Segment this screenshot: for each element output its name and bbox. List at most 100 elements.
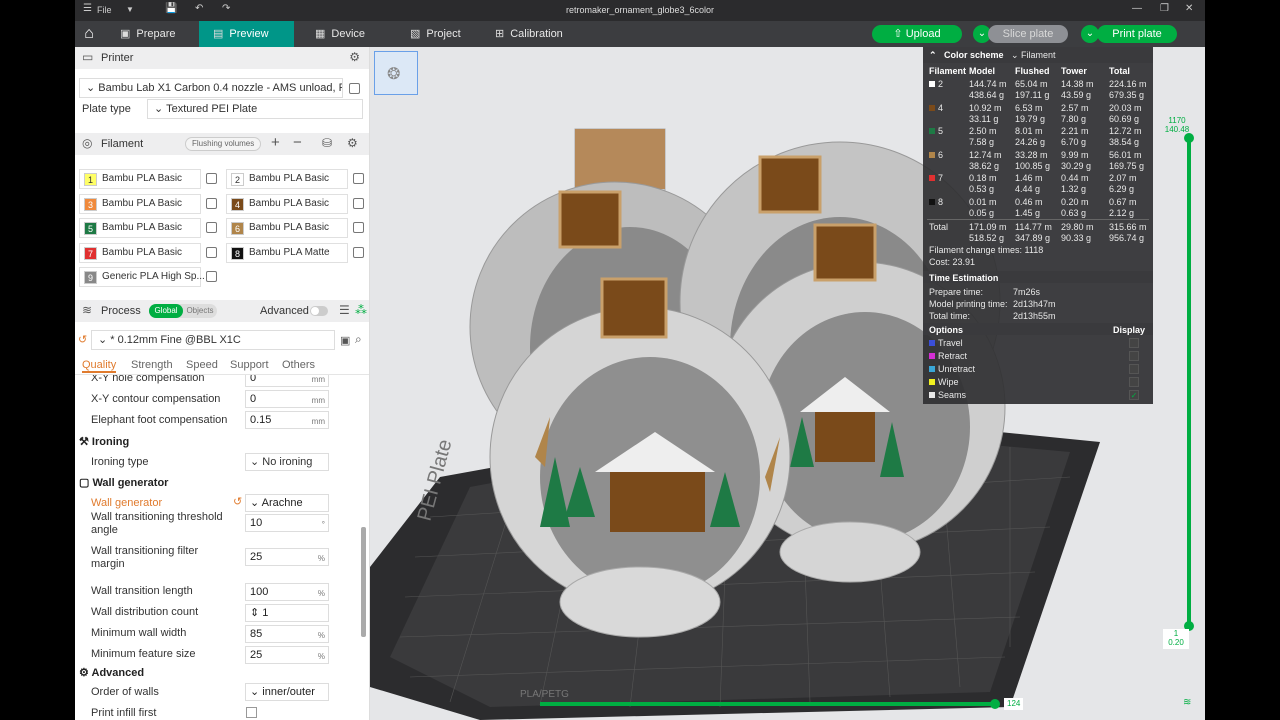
layer-slider-track[interactable] xyxy=(1187,137,1191,627)
wall-option-input[interactable]: 100% xyxy=(245,583,329,601)
edit-icon[interactable] xyxy=(353,173,364,184)
wall-option-input[interactable]: 25% xyxy=(245,548,329,566)
filament-slot[interactable]: 1 Bambu PLA Basic xyxy=(79,169,201,189)
xy-hole-comp-input[interactable]: 0 mm xyxy=(245,375,329,387)
tab-speed[interactable]: Speed xyxy=(186,359,218,371)
legend-weight: 0.53 g xyxy=(969,184,995,194)
sidebar-scrollbar[interactable] xyxy=(361,527,366,637)
slice-plate-button[interactable]: Slice plate xyxy=(988,25,1068,43)
filament-slot[interactable]: 9 Generic PLA High Sp... xyxy=(79,267,205,287)
filament-name: Generic PLA High Sp... xyxy=(102,271,205,282)
collapse-icon[interactable]: ⌃ xyxy=(929,50,937,61)
filament-slot[interactable]: 7 Bambu PLA Basic xyxy=(79,242,201,263)
wall-option-input[interactable]: 25% xyxy=(245,646,329,664)
filament-color-swatch[interactable]: 5 xyxy=(84,222,97,235)
move-slider-track[interactable] xyxy=(540,702,995,706)
gear-icon[interactable]: ⚙ xyxy=(349,50,360,64)
edit-icon[interactable] xyxy=(206,222,217,233)
add-icon[interactable]: + xyxy=(271,134,280,151)
tab-preview[interactable]: ▤ Preview xyxy=(199,21,294,47)
wall-generator-select[interactable]: ⌄ Arachne xyxy=(245,494,329,512)
display-option-checkbox[interactable]: ✓ xyxy=(1129,390,1139,400)
list-icon[interactable]: ☰ xyxy=(339,303,350,317)
tab-project[interactable]: ▧ Project xyxy=(410,21,480,47)
infill-first-checkbox[interactable] xyxy=(246,707,257,718)
filament-slot[interactable]: 4 Bambu PLA Basic xyxy=(226,193,348,214)
printer-select[interactable]: ⌄ Bambu Lab X1 Carbon 0.4 nozzle - AMS u… xyxy=(79,78,343,98)
filament-color-swatch[interactable]: 6 xyxy=(231,222,244,235)
remove-icon[interactable]: − xyxy=(293,134,302,151)
advanced-toggle[interactable] xyxy=(310,306,328,316)
plate-thumbnail[interactable]: ❂ xyxy=(374,51,418,95)
move-slider-handle[interactable] xyxy=(990,699,1000,709)
filament-slot[interactable]: 2 Bambu PLA Basic xyxy=(226,169,348,189)
edit-icon[interactable] xyxy=(206,173,217,184)
minimize-icon[interactable]: — xyxy=(1132,3,1142,14)
print-plate-button[interactable]: Print plate xyxy=(1097,25,1177,43)
edit-icon[interactable] xyxy=(353,197,364,209)
edit-icon[interactable] xyxy=(206,246,217,258)
edit-icon[interactable] xyxy=(206,271,217,282)
display-option-checkbox[interactable] xyxy=(1129,377,1139,387)
tab-calibration[interactable]: ⊞ Calibration xyxy=(495,21,585,47)
filament-color-swatch[interactable]: 7 xyxy=(84,246,97,260)
sync-icon[interactable]: ⛁ xyxy=(322,136,332,150)
filament-color-swatch[interactable]: 3 xyxy=(84,197,97,211)
filament-color-swatch[interactable]: 8 xyxy=(231,246,244,260)
display-option-checkbox[interactable] xyxy=(1129,338,1139,348)
tab-others[interactable]: Others xyxy=(282,359,315,371)
filament-slot[interactable]: 8 Bambu PLA Matte xyxy=(226,242,348,263)
reset-icon[interactable]: ↺ xyxy=(233,495,242,508)
filament-slot[interactable]: 6 Bambu PLA Basic xyxy=(226,218,348,238)
filament-slot[interactable]: 3 Bambu PLA Basic xyxy=(79,193,201,214)
scheme-select[interactable]: ⌄ Filament xyxy=(1011,50,1056,61)
tab-prepare[interactable]: ▣ Prepare xyxy=(120,21,198,47)
compare-icon[interactable]: ⁂ xyxy=(355,303,367,317)
wall-option-input[interactable]: 85% xyxy=(245,625,329,643)
objects-option[interactable]: Objects xyxy=(185,304,215,318)
filament-slot[interactable]: 5 Bambu PLA Basic xyxy=(79,218,201,238)
edit-icon[interactable] xyxy=(353,246,364,258)
xy-contour-comp-input[interactable]: 0 mm xyxy=(245,390,329,408)
gear-icon[interactable]: ⚙ xyxy=(347,136,358,150)
elephant-foot-input[interactable]: 0.15 mm xyxy=(245,411,329,429)
tab-device[interactable]: ▦ Device xyxy=(315,21,385,47)
tab-support[interactable]: Support xyxy=(230,359,269,371)
filament-id: 5 xyxy=(938,126,944,136)
order-of-walls-select[interactable]: ⌄ inner/outer xyxy=(245,683,329,701)
maximize-icon[interactable]: ❐ xyxy=(1160,3,1169,14)
process-preset-select[interactable]: ⌄ * 0.12mm Fine @BBL X1C xyxy=(91,330,335,350)
flushing-volumes-button[interactable]: Flushing volumes xyxy=(185,137,262,151)
home-icon[interactable]: ⌂ xyxy=(75,21,103,47)
save-icon[interactable]: ▣ xyxy=(340,334,350,347)
wall-option-input[interactable]: 10 ° xyxy=(245,514,329,532)
option-value: 100 xyxy=(250,586,269,598)
wall-option-input[interactable]: ⇕ 1 xyxy=(245,604,329,622)
edit-icon[interactable] xyxy=(349,83,360,94)
ironing-type-select[interactable]: ⌄ No ironing xyxy=(245,453,329,471)
filament-icon: ◎ xyxy=(82,136,93,150)
edit-icon[interactable] xyxy=(353,222,364,233)
filament-color-swatch[interactable]: 4 xyxy=(231,197,244,211)
display-option-label: Wipe xyxy=(938,377,959,387)
tab-quality[interactable]: Quality xyxy=(82,359,117,373)
close-icon[interactable]: ✕ xyxy=(1185,3,1193,14)
global-objects-toggle[interactable]: Global Objects xyxy=(149,304,217,318)
search-icon[interactable]: ⌕ xyxy=(355,332,362,347)
layer-slider-top-handle[interactable] xyxy=(1184,133,1194,143)
filament-color-swatch[interactable]: 2 xyxy=(231,173,244,186)
stepper-icon[interactable]: ⇕ xyxy=(250,607,262,619)
global-option[interactable]: Global xyxy=(149,304,183,318)
display-option-checkbox[interactable] xyxy=(1129,351,1139,361)
edit-icon[interactable] xyxy=(206,197,217,209)
filament-color-swatch[interactable]: 9 xyxy=(84,271,97,284)
tab-strength[interactable]: Strength xyxy=(131,359,173,371)
option-unit: mm xyxy=(311,417,325,426)
plate-type-select[interactable]: ⌄ Textured PEI Plate xyxy=(147,99,363,119)
filament-color-swatch[interactable]: 1 xyxy=(84,173,97,186)
reset-icon[interactable]: ↺ xyxy=(78,333,87,346)
display-option-checkbox[interactable] xyxy=(1129,364,1139,374)
layers-icon[interactable]: ≋ xyxy=(1183,697,1191,708)
upload-button[interactable]: ⇧ Upload xyxy=(872,25,962,43)
settings-scroll-area[interactable]: X-Y hole compensation 0 mm X-Y contour co… xyxy=(75,375,365,720)
